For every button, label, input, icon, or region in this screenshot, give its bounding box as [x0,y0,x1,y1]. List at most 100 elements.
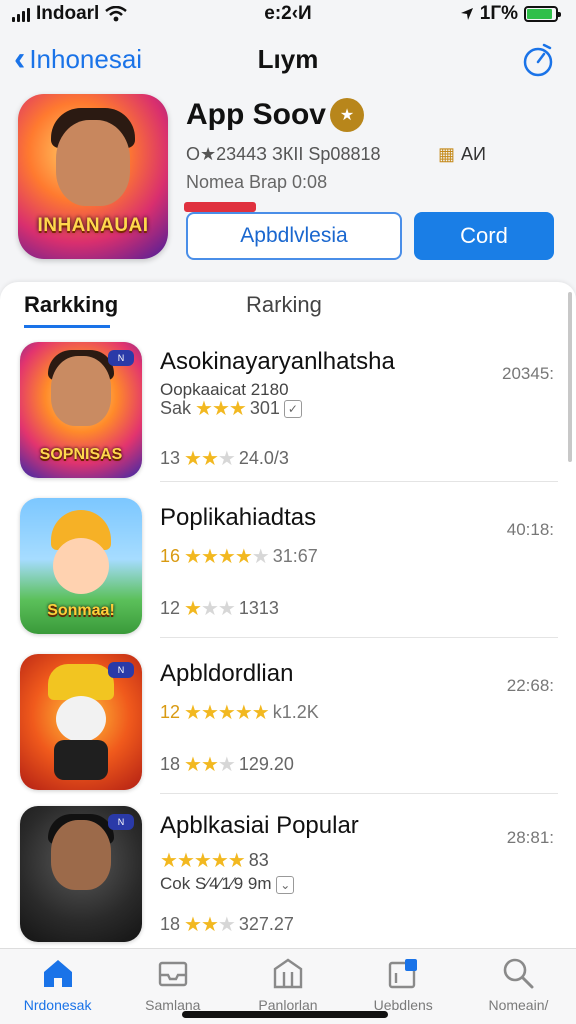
star-filled-icon: ★ [228,398,247,420]
secondary-value: 129.20 [238,754,294,774]
item-title: Poplikahiadtas [160,504,317,531]
star-filled-icon: ★ [234,546,253,568]
home-icon [43,960,72,987]
item-title: Asokinayaryanlhatsha [160,348,395,375]
star-filled-icon: ★ [251,702,270,724]
tab-search[interactable]: Nomeain/ [461,949,576,1024]
verified-icon: ✓ [283,399,302,418]
tab-home[interactable]: Nrdonesak [0,949,115,1024]
list-item[interactable]: N Apblkasiai Popular 28:81: ★★★★★ 83 Cok… [0,794,576,946]
tab-ranking[interactable]: Rarking [246,292,322,318]
star-filled-icon: ★ [200,448,219,470]
item-secondary-rating: 18 ★★★ 129.20 [160,752,294,777]
red-tag [184,202,256,212]
item-secondary-rating: 13 ★★★ 24.0/3 [160,446,289,471]
item-time: 22:68: [506,676,554,695]
thumbnail-caption: SOPNISAS [39,446,123,463]
star-filled-icon: ★ [200,546,219,568]
building-icon [273,958,303,989]
star-filled-icon: ★ [210,850,229,872]
star-filled-icon: ★ [211,398,230,420]
star-empty-icon: ★ [251,546,270,568]
rating-count: 301 [249,398,280,418]
row-divider [160,637,558,638]
inbox-icon [158,961,187,987]
cartoon-face [53,538,109,594]
rating-stars: ★★★★★ [160,848,246,873]
screen: Indoarl e:2‹И 1Г% ‹ Inhonesai Lıym INHAN… [0,0,576,1024]
secondary-value: 1313 [238,598,279,618]
tab-ranking-active[interactable]: Rarkking [24,292,118,328]
app-header: INHANAUAI App Soov ★ O★2344З ЗКII Sp0881… [18,94,558,264]
star-filled-icon: ★ [195,398,213,420]
rating-stars: ★★★★★ [184,544,270,569]
portrait-face [56,120,130,206]
secondary-value: 327.27 [238,914,294,934]
list-item[interactable]: N SOPNISAS Asokinayaryanlhatsha 20345: O… [0,330,576,482]
star-filled-icon: ★ [217,546,236,568]
app-icon[interactable]: INHANAUAI [18,94,168,259]
star-filled-icon: ★ [160,850,178,872]
app-thumbnail: N [20,806,142,942]
list-item[interactable]: Sonmaa! Poplikahiadtas 40:18: 16 ★★★★★ 3… [0,486,576,638]
rating-prefix: 16 [160,546,181,566]
location-icon [460,8,473,20]
carrier-label: Indoarl [36,3,100,24]
item-time: 28:81: [506,828,554,847]
app-thumbnail: N SOPNISAS [20,342,142,478]
battery-fill [527,9,553,19]
wifi-icon [105,6,128,22]
secondary-stars: ★★★ [184,752,236,777]
tab-label: Nrdonesak [23,997,92,1013]
secondary-prefix: 12 [160,598,181,618]
back-label: Inhonesai [29,43,143,74]
item-rating: ★★★★★ 83 [160,848,269,873]
secondary-stars: ★★★ [184,446,236,471]
row-divider [160,481,558,482]
star-filled-icon: ★ [217,702,236,724]
star-filled-icon: ★ [200,754,219,776]
secondary-stars: ★★★ [184,912,236,937]
rating-prefix: Sak [160,398,192,418]
new-badge: N [108,350,134,366]
list-item[interactable]: N Apbldordlian 22:68: 12 ★★★★★ k1.2K 18 … [0,642,576,794]
star-filled-icon: ★ [184,448,202,470]
secondary-button[interactable]: Apbdlvlesia [186,212,402,260]
search-icon [504,958,534,989]
item-title: Apbldordlian [160,660,294,687]
verified-icon: ⌄ [276,876,295,894]
star-filled-icon: ★ [200,702,219,724]
back-button[interactable]: ‹ Inhonesai [14,42,142,76]
award-badge-icon: ★ [330,98,364,132]
star-filled-icon: ★ [184,914,202,936]
secondary-prefix: 18 [160,914,181,934]
star-filled-icon: ★ [184,702,202,724]
secondary-prefix: 13 [160,448,181,468]
portrait-face [51,356,111,426]
star-filled-icon: ★ [193,850,212,872]
star-empty-icon: ★ [217,754,236,776]
app-meta-rank: ▦ AИ [438,144,486,165]
star-filled-icon: ★ [200,914,219,936]
app-thumbnail: N [20,654,142,790]
rating-stars: ★★★★★ [184,700,270,725]
signal-icon [12,6,30,22]
status-left: Indoarl [12,3,128,25]
star-filled-icon: ★ [176,850,195,872]
item-subtitle-text: Cok S⁄4⁄1⁄9 9m [160,874,272,893]
nav-bar: ‹ Inhonesai Lıym [0,36,576,84]
updates-icon [389,959,418,989]
rating-count: 83 [248,850,269,870]
home-indicator[interactable] [182,1011,388,1018]
item-title: Apblkasiai Popular [160,812,359,839]
item-time: 40:18: [506,520,554,539]
item-rating: 12 ★★★★★ k1.2K [160,700,319,725]
portrait-face [51,820,111,890]
new-badge: N [108,814,134,830]
secondary-value: 24.0/3 [238,448,289,468]
primary-button[interactable]: Cord [414,212,554,260]
item-rating: Sak ★★★ 301 ✓ [160,396,302,421]
cartoon-hat [48,664,114,700]
rating-count: 31:67 [272,546,318,566]
timer-icon[interactable] [520,42,556,78]
